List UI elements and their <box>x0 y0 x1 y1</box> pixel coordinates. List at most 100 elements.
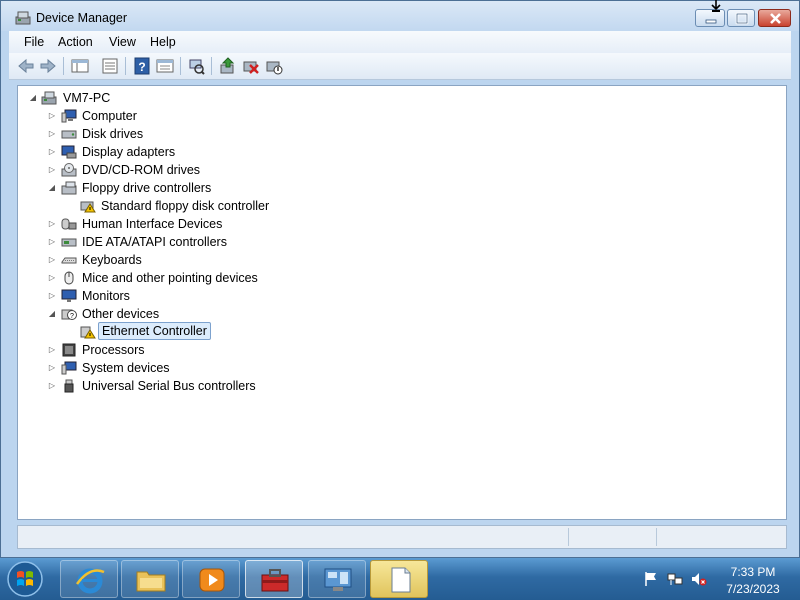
expand-icon[interactable]: ▷ <box>47 341 57 359</box>
keyboard-icon <box>61 257 77 264</box>
tree-node-ide-ata-atapi-controllers[interactable]: ▷ IDE ATA/ATAPI controllers <box>47 233 307 251</box>
disable-icon[interactable] <box>265 57 283 75</box>
tree-node-floppy-drive-controllers[interactable]: ◢ Floppy drive controllers <box>47 179 307 197</box>
network-icon[interactable] <box>667 571 683 587</box>
expand-icon[interactable]: ▷ <box>47 107 57 125</box>
dvd-drive-icon <box>61 163 77 177</box>
expand-icon[interactable]: ▷ <box>47 359 57 377</box>
forward-icon[interactable] <box>39 57 57 75</box>
taskbar-clock[interactable]: 7:33 PM 7/23/2023 <box>716 564 790 598</box>
folder-icon <box>136 571 166 592</box>
taskbar-notepad[interactable] <box>370 560 428 598</box>
volume-muted-icon[interactable] <box>691 571 707 587</box>
tree-node-standard-floppy-disk-controller[interactable]: Standard floppy disk controller <box>66 197 326 215</box>
close-button[interactable] <box>758 9 791 27</box>
update-driver-icon[interactable] <box>219 57 237 75</box>
tree-node-keyboards[interactable]: ▷ Keyboards <box>47 251 307 269</box>
tree-node-human-interface-devices[interactable]: ▷ Human Interface Devices <box>47 215 307 233</box>
status-pane <box>568 528 657 546</box>
expand-icon[interactable]: ▷ <box>47 125 57 143</box>
floppy-controller-icon <box>61 181 77 195</box>
tree-node-computer[interactable]: ▷ Computer <box>47 107 307 125</box>
tree-node-universal-serial-bus-controllers[interactable]: ▷ Universal Serial Bus controllers <box>47 377 307 395</box>
warning-device-icon <box>80 326 96 339</box>
device-manager-icon <box>15 11 31 25</box>
properties-icon[interactable] <box>101 57 119 75</box>
tree-node-label: Universal Serial Bus controllers <box>82 379 256 393</box>
expand-icon[interactable]: ▷ <box>47 377 57 395</box>
warning-device-icon <box>80 201 96 213</box>
expand-icon[interactable]: ▷ <box>47 233 57 251</box>
expand-icon[interactable]: ▷ <box>47 287 57 305</box>
tree-node-label: Human Interface Devices <box>82 217 223 231</box>
maximize-icon <box>735 12 749 25</box>
tree-node-dvd-cd-rom-drives[interactable]: ▷ DVD/CD-ROM drives <box>47 161 307 179</box>
tree-node-mice-and-other-pointing-devices[interactable]: ▷ Mice and other pointing devices <box>47 269 307 287</box>
toolbar-separator <box>125 57 126 75</box>
toolbox-icon <box>261 569 289 592</box>
menu-file[interactable]: File <box>24 35 44 49</box>
taskbar-media-player[interactable] <box>182 560 240 598</box>
mouse-cursor-icon <box>711 0 721 12</box>
action-center-flag-icon[interactable] <box>643 571 659 587</box>
usb-icon <box>64 379 74 393</box>
tree-node-monitors[interactable]: ▷ Monitors <box>47 287 307 305</box>
expand-icon[interactable]: ▷ <box>47 269 57 287</box>
control-panel-icon <box>324 568 352 591</box>
monitor-icon <box>61 289 77 302</box>
expand-icon[interactable]: ▷ <box>47 215 57 233</box>
taskbar-internet-explorer[interactable] <box>60 560 118 598</box>
scan-hardware-icon[interactable] <box>187 57 205 75</box>
help-icon[interactable]: ? <box>133 57 151 75</box>
disk-drive-icon <box>61 130 77 139</box>
tree-node-disk-drives[interactable]: ▷ Disk drives <box>47 125 307 143</box>
tree-node-label: Mice and other pointing devices <box>82 271 258 285</box>
collapse-icon[interactable]: ◢ <box>47 179 57 197</box>
tree-node-label: Ethernet Controller <box>98 322 211 340</box>
view-icon[interactable] <box>156 57 174 75</box>
tree-node-system-devices[interactable]: ▷ System devices <box>47 359 307 377</box>
show-hide-tree-icon[interactable] <box>71 57 89 75</box>
tree-node-other-devices[interactable]: ◢ ? Other devices <box>47 305 307 323</box>
unknown-device-icon: ? <box>61 309 77 320</box>
tree-node-label: System devices <box>82 361 170 375</box>
toolbar-separator <box>63 57 64 75</box>
taskbar-control-panel[interactable] <box>308 560 366 598</box>
collapse-icon[interactable]: ◢ <box>28 89 38 107</box>
maximize-button[interactable] <box>727 9 755 27</box>
title-bar[interactable]: Device Manager <box>1 0 799 31</box>
tree-node-label: IDE ATA/ATAPI controllers <box>82 235 227 249</box>
expand-icon[interactable]: ▷ <box>47 143 57 161</box>
menu-help[interactable]: Help <box>150 35 176 49</box>
clock-date: 7/23/2023 <box>726 582 780 596</box>
menu-view[interactable]: View <box>109 35 136 49</box>
tree-node-label: DVD/CD-ROM drives <box>82 163 201 177</box>
media-player-icon <box>199 568 225 592</box>
tree-root-label: VM7-PC <box>63 91 111 105</box>
taskbar-windows-explorer[interactable] <box>121 560 179 598</box>
tree-node-label: Standard floppy disk controller <box>101 199 270 213</box>
menu-action[interactable]: Action <box>58 35 93 49</box>
tree-node-label: Keyboards <box>82 253 142 267</box>
collapse-icon[interactable]: ◢ <box>47 305 57 323</box>
computer-icon <box>61 109 77 123</box>
taskbar-device-manager[interactable] <box>245 560 303 598</box>
tree-node-display-adapters[interactable]: ▷ Display adapters <box>47 143 307 161</box>
device-tree[interactable]: ◢ VM7-PC ▷ Computer ▷ Disk drives ▷ Disp… <box>17 85 787 520</box>
expand-icon[interactable]: ▷ <box>47 161 57 179</box>
internet-explorer-icon <box>75 568 105 594</box>
expand-icon[interactable]: ▷ <box>47 251 57 269</box>
tree-node-label: Other devices <box>82 307 160 321</box>
back-icon[interactable] <box>17 57 35 75</box>
tree-node-label: Monitors <box>82 289 130 303</box>
start-button[interactable] <box>5 560 45 598</box>
tree-node-label: Display adapters <box>82 145 176 159</box>
toolbar: ? <box>9 53 791 80</box>
tree-node-ethernet-controller[interactable]: Ethernet Controller <box>66 322 266 341</box>
tree-root[interactable]: ◢ VM7-PC <box>28 89 228 107</box>
tree-node-processors[interactable]: ▷ Processors <box>47 341 307 359</box>
uninstall-icon[interactable] <box>242 57 260 75</box>
status-bar <box>17 525 787 549</box>
toolbar-separator <box>180 57 181 75</box>
hid-icon <box>61 218 77 230</box>
